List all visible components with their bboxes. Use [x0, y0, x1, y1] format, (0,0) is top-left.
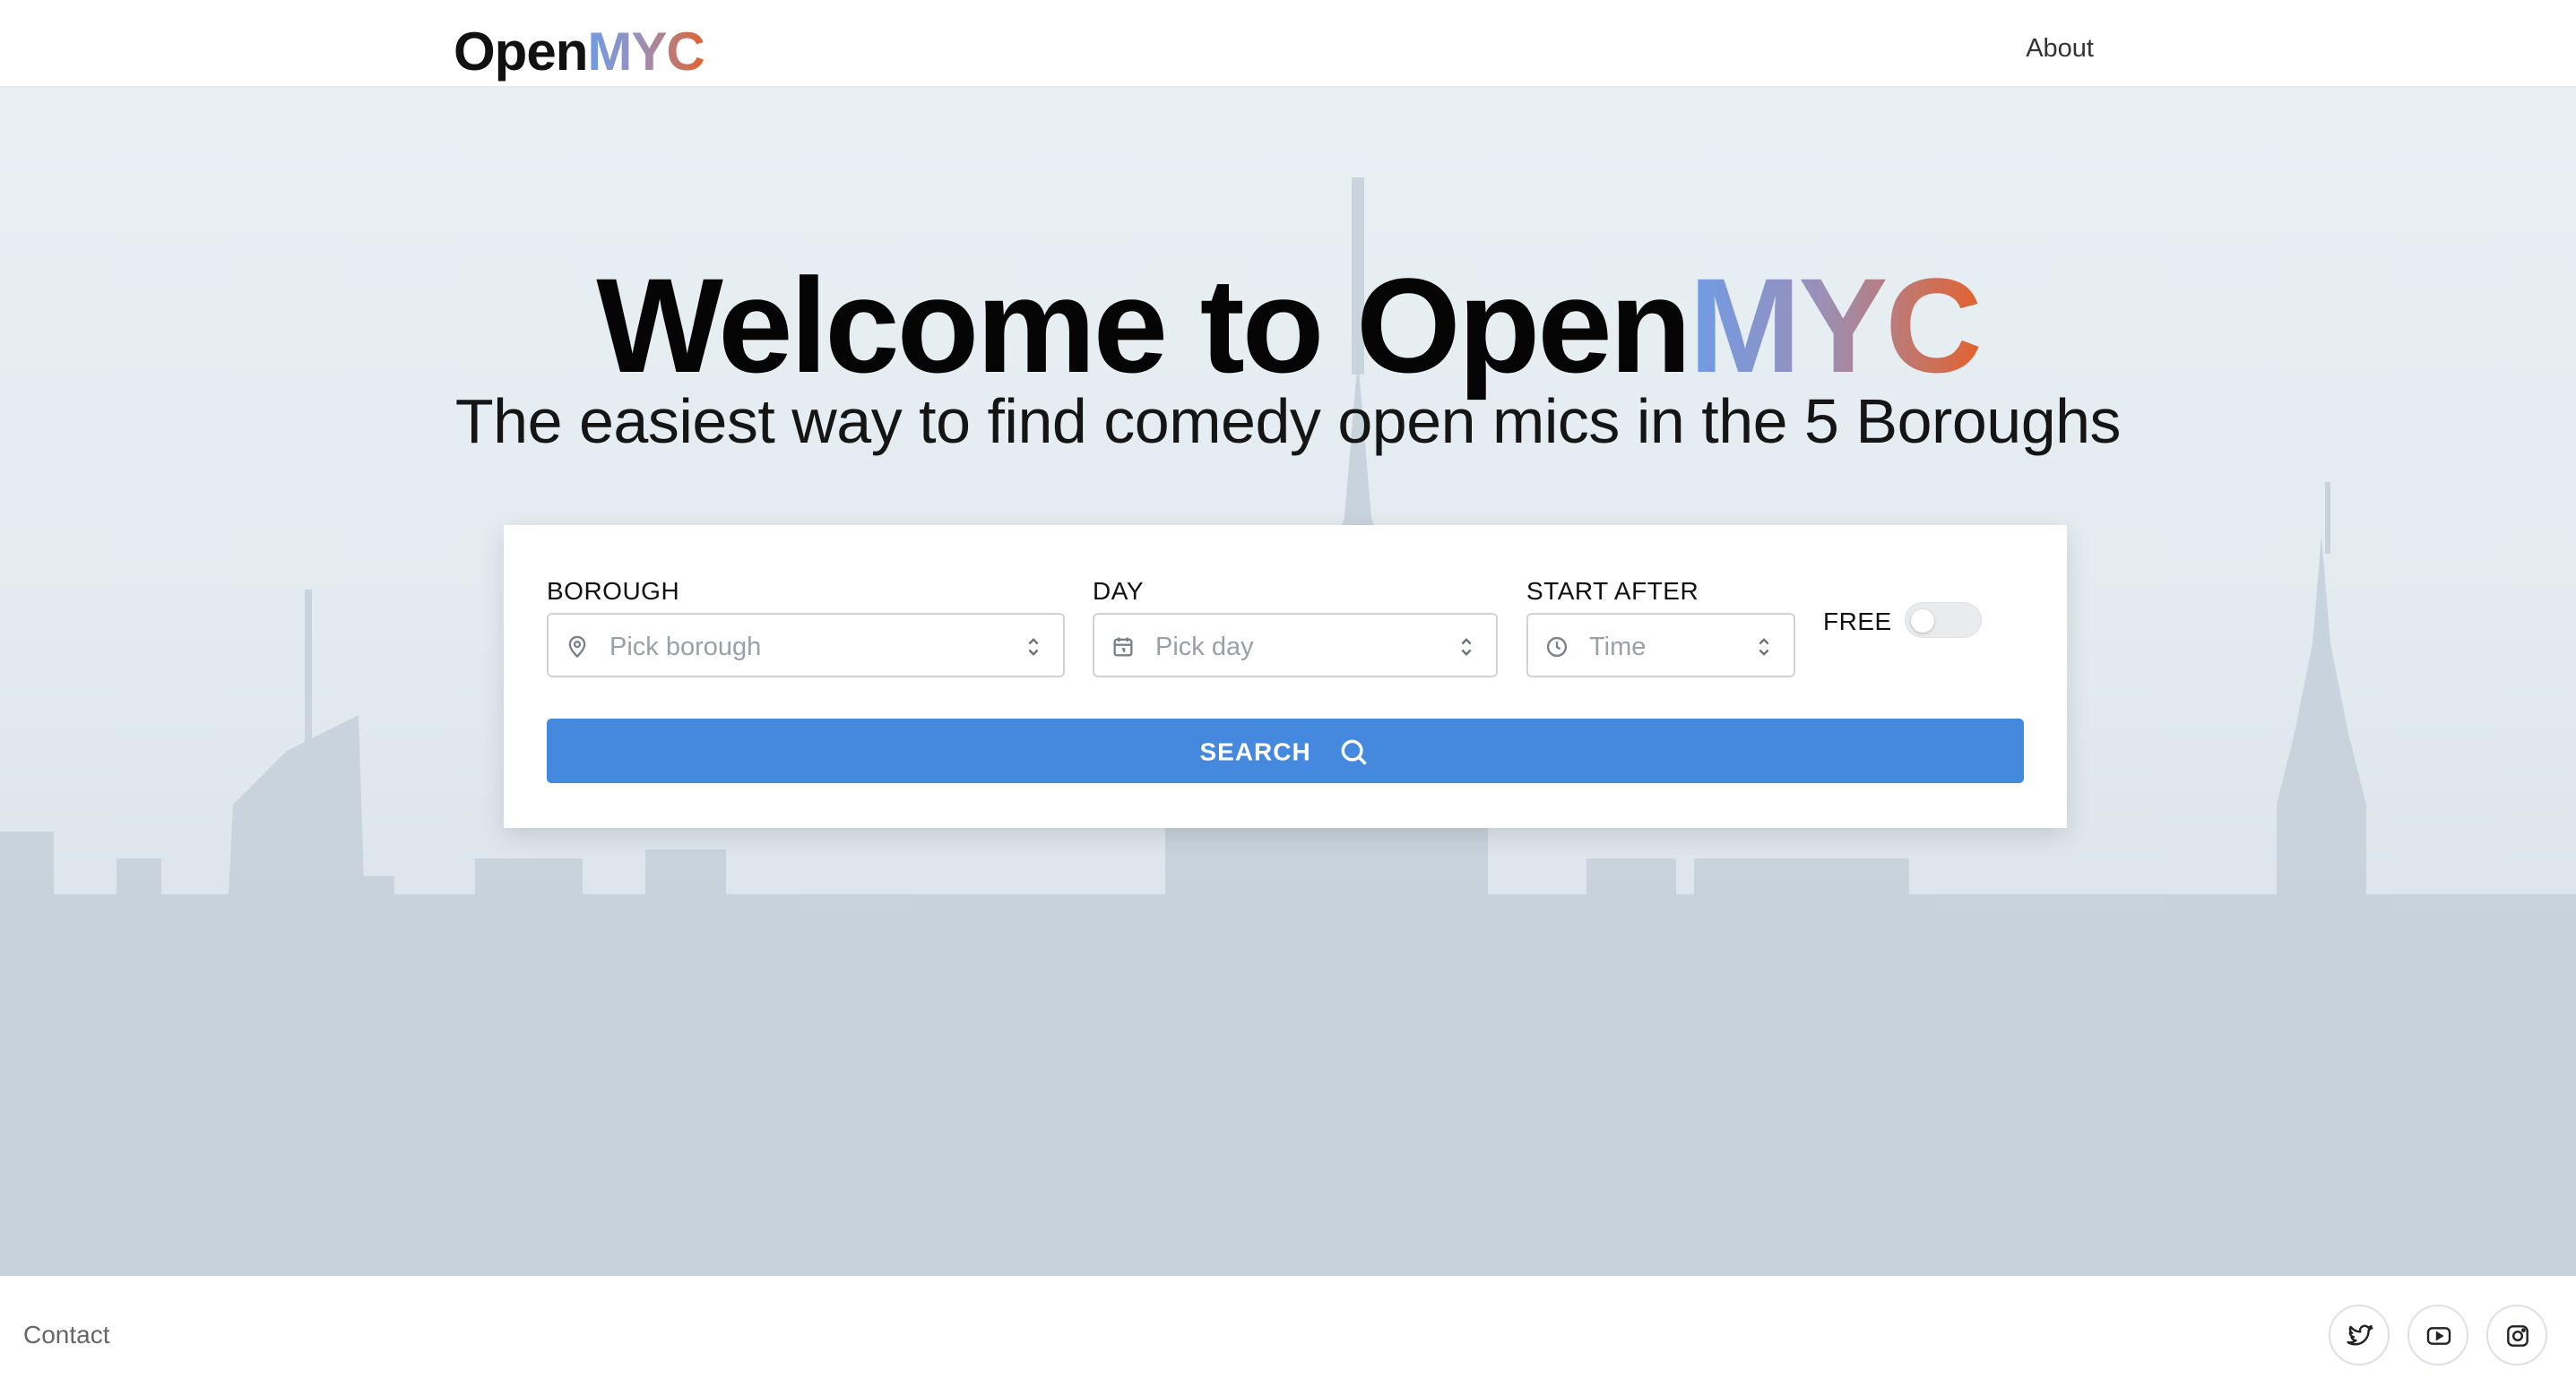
search-button-label: SEARCH: [1199, 737, 1311, 766]
borough-label: BOROUGH: [547, 577, 680, 605]
day-select[interactable]: Pick day: [1093, 613, 1498, 677]
logo-text-plain: Open: [454, 22, 588, 82]
twitter-icon: [2347, 1324, 2373, 1346]
twitter-button[interactable]: [2329, 1305, 2390, 1366]
logo[interactable]: OpenMYC: [454, 20, 705, 84]
day-label: DAY: [1093, 577, 1144, 605]
about-link[interactable]: About: [2026, 34, 2094, 64]
borough-select[interactable]: Pick borough: [547, 613, 1065, 677]
youtube-icon: [2426, 1327, 2451, 1345]
clock-icon: [1546, 636, 1568, 658]
start-time-placeholder: Time: [1589, 633, 1647, 661]
page-title: Welcome to OpenMYC: [0, 249, 2576, 401]
search-panel: BOROUGH Pick borough DAY Pick day START …: [504, 525, 2067, 828]
chevron-up-down-icon: [1461, 638, 1472, 656]
free-label: FREE: [1823, 608, 1892, 635]
instagram-icon: [2507, 1325, 2528, 1347]
top-nav: OpenMYC About: [0, 0, 2576, 88]
free-toggle[interactable]: [1905, 602, 1982, 638]
youtube-button[interactable]: [2407, 1305, 2468, 1366]
toggle-knob: [1911, 609, 1934, 633]
chevron-up-down-icon: [1028, 638, 1039, 656]
search-icon: [1341, 739, 1367, 765]
borough-placeholder: Pick borough: [609, 633, 762, 661]
day-placeholder: Pick day: [1155, 633, 1254, 661]
title-text-plain: Welcome to Open: [596, 250, 1691, 401]
chevron-up-down-icon: [1759, 638, 1769, 656]
logo-text-accent: MYC: [587, 22, 705, 82]
calendar-icon: [1113, 637, 1133, 657]
start-time-select[interactable]: Time: [1526, 613, 1795, 677]
start-after-label: START AFTER: [1526, 577, 1699, 605]
instagram-button[interactable]: [2486, 1305, 2547, 1366]
footer: Contact: [0, 1276, 2576, 1396]
map-pin-icon: [568, 635, 586, 659]
page-subtitle: The easiest way to find comedy open mics…: [454, 386, 2122, 456]
contact-link[interactable]: Contact: [23, 1321, 110, 1349]
title-text-accent: MYC: [1689, 250, 1982, 401]
hero-section: Welcome to OpenMYC The easiest way to fi…: [0, 88, 2576, 1276]
search-button[interactable]: SEARCH: [547, 719, 2024, 783]
